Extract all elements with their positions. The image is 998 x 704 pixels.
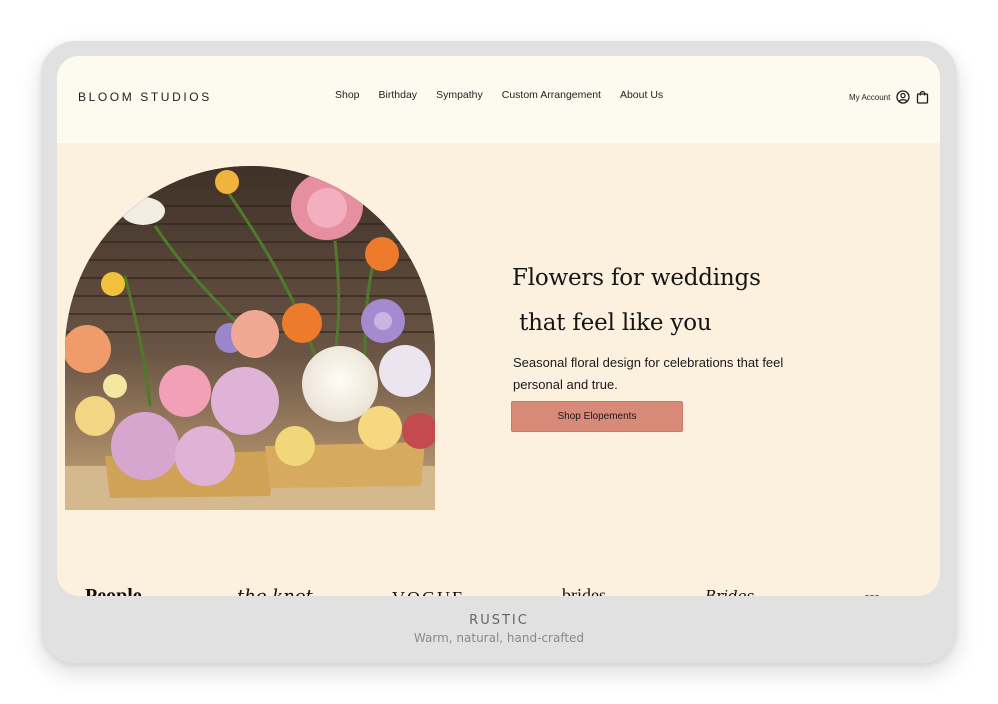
nav-item-about-us[interactable]: About Us	[620, 89, 663, 101]
my-account-link[interactable]: My Account	[849, 93, 890, 102]
press-logos-strip: People the knot VOGUE brides Brides	[57, 584, 940, 596]
press-logo-brides-script: Brides	[705, 587, 755, 596]
style-caption-title: RUSTIC	[469, 613, 529, 628]
nav-item-shop[interactable]: Shop	[335, 89, 360, 101]
flower-arrangement-illustration	[65, 166, 435, 510]
hero-headline: Flowers for weddings that feel like you	[512, 256, 761, 346]
main-nav: Shop Birthday Sympathy Custom Arrangemen…	[335, 89, 663, 101]
press-logo-the-knot: the knot	[237, 586, 313, 596]
user-circle-icon[interactable]	[896, 90, 911, 104]
shop-elopements-button[interactable]: Shop Elopements	[511, 401, 683, 432]
press-logo-vogue: VOGUE	[392, 588, 465, 596]
nav-item-birthday[interactable]: Birthday	[379, 89, 418, 101]
style-caption-subtitle: Warm, natural, hand-crafted	[413, 631, 585, 645]
site-header: BLOOM STUDIOS Shop Birthday Sympathy Cus…	[57, 56, 940, 143]
hero-headline-line-1: Flowers for weddings	[512, 265, 761, 291]
nav-item-custom-arrangement[interactable]: Custom Arrangement	[502, 89, 601, 101]
hero-flower-image	[65, 166, 435, 510]
brand-logo[interactable]: BLOOM STUDIOS	[78, 90, 212, 104]
website-screen: BLOOM STUDIOS Shop Birthday Sympathy Cus…	[57, 56, 940, 596]
hero-headline-line-2: that feel like you	[512, 310, 712, 336]
account-area: My Account	[849, 90, 929, 104]
press-logo-brides: brides	[562, 585, 606, 596]
hero-subtext: Seasonal floral design for celebrations …	[513, 355, 784, 392]
shopping-bag-icon[interactable]	[916, 90, 929, 104]
press-logo-dots	[864, 589, 884, 596]
press-logo-people: People	[85, 585, 142, 596]
nav-item-sympathy[interactable]: Sympathy	[436, 89, 483, 101]
